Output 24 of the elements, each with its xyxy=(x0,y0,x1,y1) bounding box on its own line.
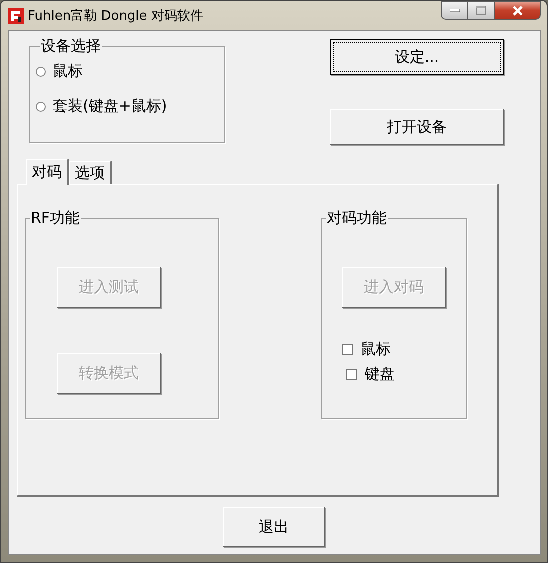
close-button[interactable] xyxy=(495,1,541,20)
close-icon xyxy=(512,6,524,16)
maximize-button[interactable] xyxy=(468,1,495,20)
group-title: 设备选择 xyxy=(40,37,102,56)
checkbox-option[interactable]: 鼠标 xyxy=(342,340,395,359)
push-button[interactable]: 打开设备 xyxy=(330,109,504,145)
window-title: Fuhlen富勒 Dongle 对码软件 xyxy=(28,8,204,24)
maximize-icon xyxy=(476,6,486,15)
push-button[interactable]: 设定... xyxy=(330,39,504,75)
checkbox-option[interactable]: 键盘 xyxy=(346,365,395,384)
app-logo-icon xyxy=(8,8,24,24)
radio-label: 套装(键盘+鼠标) xyxy=(53,97,168,116)
radio-option[interactable]: 鼠标 xyxy=(36,62,224,81)
tab[interactable]: 选项 xyxy=(69,161,112,184)
minimize-button[interactable] xyxy=(441,1,468,20)
minimize-icon xyxy=(450,8,460,12)
group-title: 对码功能 xyxy=(326,209,388,228)
exit-button[interactable]: 退出 xyxy=(223,507,325,547)
checkbox-label: 鼠标 xyxy=(361,340,391,359)
tab[interactable]: 对码 xyxy=(26,159,69,185)
radio-label: 鼠标 xyxy=(53,62,83,81)
checkbox-label: 键盘 xyxy=(365,365,395,384)
group-title: RF功能 xyxy=(30,209,82,228)
radio-option[interactable]: 套装(键盘+鼠标) xyxy=(36,97,224,116)
